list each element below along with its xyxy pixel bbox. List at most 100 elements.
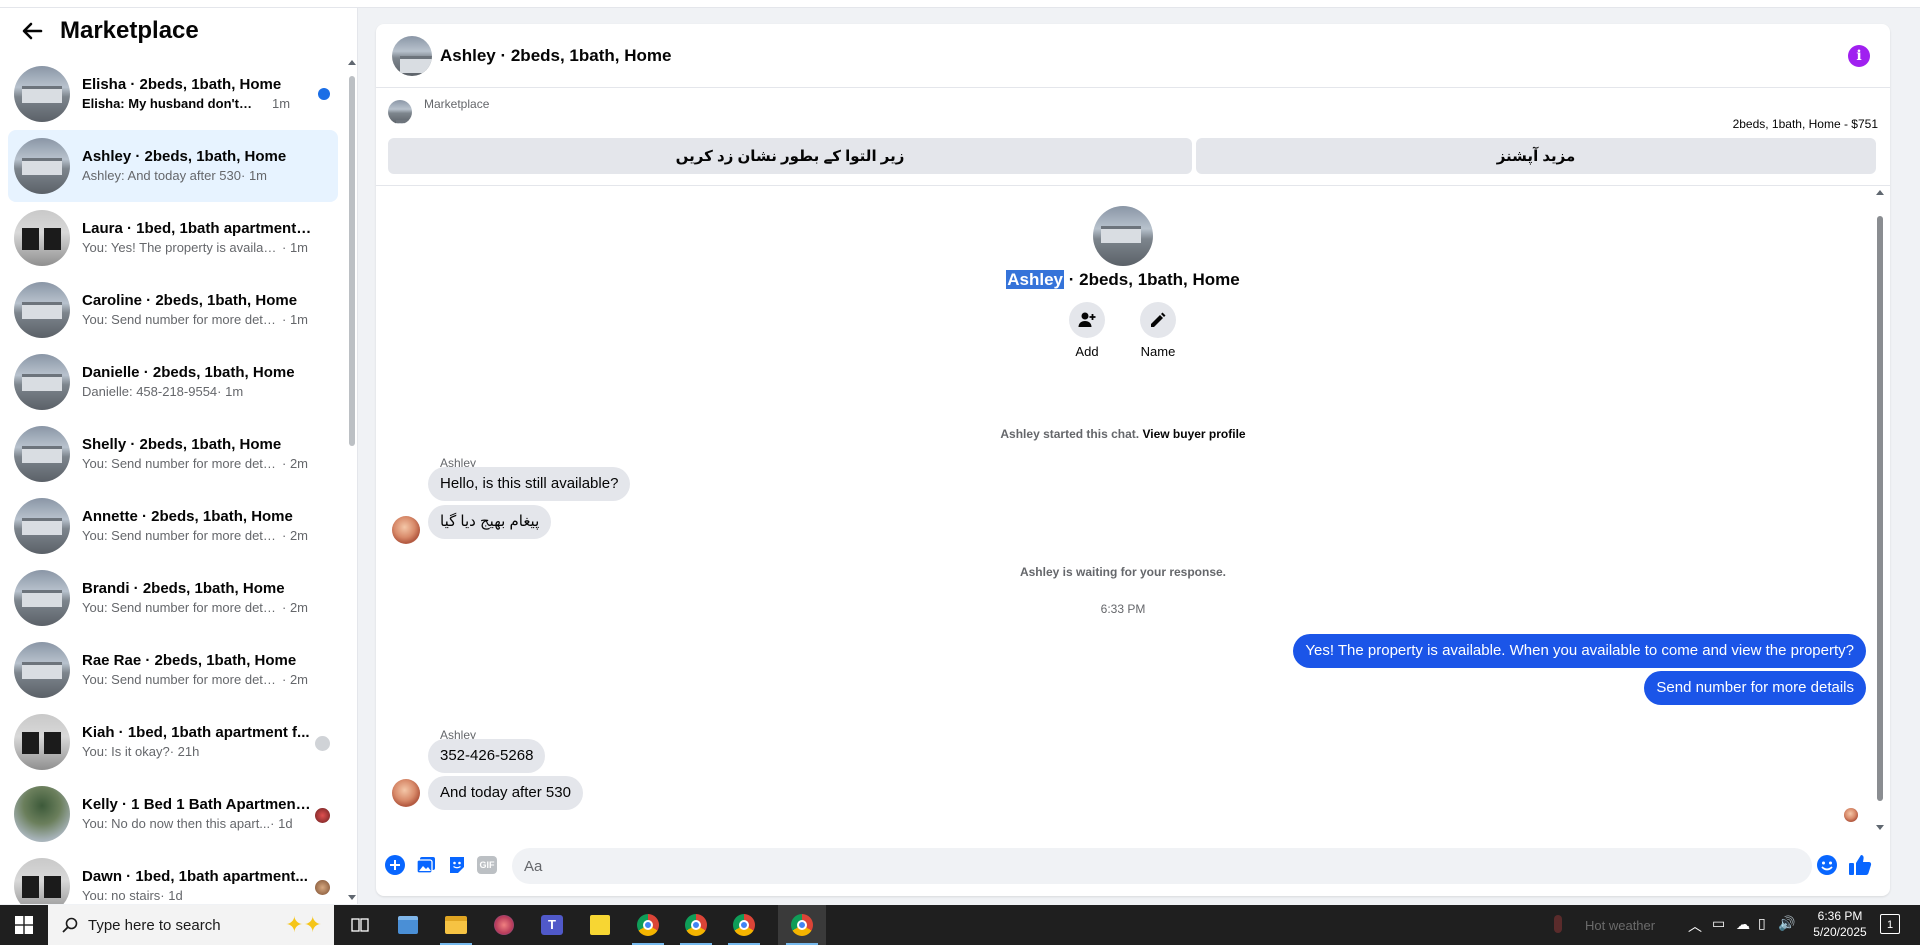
more-options-button[interactable]: مزید آپشنز xyxy=(1196,138,1876,174)
conversation-preview: You: Is it okay? xyxy=(82,744,170,759)
battery-icon[interactable]: ▯ xyxy=(1758,915,1766,932)
conversation-sidebar: Marketplace Elisha · 2beds, 1bath, Home E… xyxy=(0,8,358,904)
windows-start-icon[interactable] xyxy=(0,905,48,945)
chat-avatar[interactable] xyxy=(392,35,432,76)
chat-title[interactable]: Ashley · 2beds, 1bath, Home xyxy=(440,46,671,66)
sticker-icon[interactable] xyxy=(446,854,468,876)
chrome-icon[interactable] xyxy=(720,905,768,945)
info-icon[interactable]: i xyxy=(1848,45,1870,67)
notification-icon[interactable]: 1 xyxy=(1880,914,1900,934)
conversation-time: · 2m xyxy=(282,528,308,543)
scroll-up-icon[interactable] xyxy=(1876,190,1884,195)
conversation-preview: You: Send number for more details xyxy=(82,600,282,615)
scroll-up-icon[interactable] xyxy=(348,60,356,65)
user-placeholder-icon xyxy=(315,736,330,751)
intro-name: Ashley xyxy=(1006,270,1065,289)
conversation-item[interactable]: Dawn · 1bed, 1bath apartment... You: no s… xyxy=(8,850,338,904)
file-explorer-icon[interactable] xyxy=(432,905,480,945)
mark-pending-button[interactable]: زیر التوا کے بطور نشان زد کریں xyxy=(388,138,1192,174)
volume-icon[interactable]: 🔊 xyxy=(1778,915,1795,932)
conversation-time: · 1m xyxy=(282,312,308,327)
avatar xyxy=(14,714,70,770)
conversation-name: Caroline · 2beds, 1bath, Home xyxy=(82,292,298,309)
message-scrollbar[interactable] xyxy=(1876,190,1884,830)
conversation-item[interactable]: Kelly · 1 Bed 1 Bath Apartment... You: No… xyxy=(8,778,338,850)
weather-text[interactable]: Hot weather xyxy=(1585,918,1655,933)
snipping-tool-icon[interactable] xyxy=(480,905,528,945)
conversation-preview: You: No do now then this apart... xyxy=(82,816,271,831)
scrollbar-thumb[interactable] xyxy=(1877,216,1883,801)
mini-avatar xyxy=(315,808,330,823)
avatar xyxy=(14,282,70,338)
search-icon xyxy=(62,917,78,933)
intro-listing: · 2beds, 1bath, Home xyxy=(1064,270,1240,289)
photo-icon[interactable] xyxy=(415,854,437,876)
conversation-name: Rae Rae · 2beds, 1bath, Home xyxy=(82,652,297,669)
conversation-time: · 2m xyxy=(282,456,308,471)
gif-icon[interactable]: GIF xyxy=(477,856,497,874)
conversation-preview: You: Yes! The property is available. ... xyxy=(82,240,282,255)
pencil-icon[interactable] xyxy=(1140,302,1176,338)
conversation-item[interactable]: Elisha · 2beds, 1bath, Home Elisha: My hu… xyxy=(8,58,338,130)
conversation-time: · 1m xyxy=(241,168,267,183)
conversation-item[interactable]: Annette · 2beds, 1bath, Home You: Send nu… xyxy=(8,490,338,562)
incoming-message[interactable]: And today after 530 xyxy=(428,776,583,810)
teams-icon[interactable]: T xyxy=(528,905,576,945)
chrome-icon[interactable] xyxy=(778,905,826,945)
message-composer: GIF xyxy=(376,836,1890,896)
avatar xyxy=(14,426,70,482)
chrome-icon[interactable] xyxy=(624,905,672,945)
scroll-down-icon[interactable] xyxy=(1876,825,1884,830)
conversation-time: · 1m xyxy=(282,240,308,255)
conversation-time: · 2m xyxy=(282,672,308,687)
outgoing-message[interactable]: Yes! The property is available. When you… xyxy=(1293,634,1866,668)
thumbs-up-icon[interactable] xyxy=(1848,853,1872,877)
sender-avatar xyxy=(392,516,420,544)
conversation-item[interactable]: Shelly · 2beds, 1bath, Home You: Send num… xyxy=(8,418,338,490)
add-person-icon[interactable] xyxy=(1069,302,1105,338)
conversation-item[interactable]: Caroline · 2beds, 1bath, Home You: Send n… xyxy=(8,274,338,346)
view-buyer-profile-link[interactable]: View buyer profile xyxy=(1142,427,1245,441)
incoming-message[interactable]: 352-426-5268 xyxy=(428,739,546,773)
windows-taskbar: Type here to search ✦✦ T Hot weather ︿ ▭… xyxy=(0,905,1920,945)
back-arrow-icon[interactable] xyxy=(18,17,46,45)
avatar xyxy=(14,642,70,698)
thermometer-icon xyxy=(1554,915,1562,933)
conversation-item[interactable]: Kiah · 1bed, 1bath apartment f... You: Is… xyxy=(8,706,338,778)
onedrive-icon[interactable]: ☁ xyxy=(1736,916,1750,933)
conversation-name: Kelly · 1 Bed 1 Bath Apartment... xyxy=(82,796,312,813)
task-view-icon[interactable] xyxy=(336,905,384,945)
conversation-name: Brandi · 2beds, 1bath, Home xyxy=(82,580,285,597)
conversation-preview: Danielle: 458-218-9554 xyxy=(82,384,218,399)
conversation-item[interactable]: Danielle · 2beds, 1bath, Home Danielle: 4… xyxy=(8,346,338,418)
sticky-notes-icon[interactable] xyxy=(576,905,624,945)
seen-receipt-avatar xyxy=(1844,808,1858,822)
conversation-time: · 1d xyxy=(270,816,293,831)
clock-time: 6:36 PM xyxy=(1817,909,1863,923)
listing-thumbnail[interactable] xyxy=(388,100,412,124)
started-text: Ashley started this chat. xyxy=(1000,427,1140,441)
clock[interactable]: 6:36 PM 5/20/2025 xyxy=(1812,909,1868,939)
outgoing-message[interactable]: Send number for more details xyxy=(1644,671,1866,705)
conversation-item[interactable]: Rae Rae · 2beds, 1bath, Home You: Send nu… xyxy=(8,634,338,706)
emoji-icon[interactable] xyxy=(1816,854,1838,876)
scroll-down-icon[interactable] xyxy=(348,895,356,900)
chevron-up-icon[interactable]: ︿ xyxy=(1688,916,1702,936)
plus-circle-icon[interactable] xyxy=(384,854,406,876)
conversation-item[interactable]: Laura · 1bed, 1bath apartment fo... You: … xyxy=(8,202,338,274)
conversation-item[interactable]: Ashley · 2beds, 1bath, Home Ashley: And t… xyxy=(8,130,338,202)
name-action[interactable]: Name xyxy=(1128,302,1188,359)
add-action[interactable]: Add xyxy=(1057,302,1117,359)
message-timestamp: 6:33 PM xyxy=(1100,602,1146,616)
incoming-message[interactable]: Hello, is this still available? xyxy=(428,467,631,501)
conversation-item[interactable]: Brandi · 2beds, 1bath, Home You: Send num… xyxy=(8,562,338,634)
scrollbar-thumb[interactable] xyxy=(349,76,355,446)
network-icon[interactable]: ▭ xyxy=(1712,915,1725,932)
conversation-time: 1m xyxy=(272,96,291,111)
taskbar-search-box[interactable]: Type here to search ✦✦ xyxy=(48,905,334,945)
sidebar-scrollbar[interactable] xyxy=(348,60,356,900)
incoming-message[interactable]: پیغام بھیج دیا گیا xyxy=(428,505,552,539)
store-app-icon[interactable] xyxy=(384,905,432,945)
chrome-icon[interactable] xyxy=(672,905,720,945)
message-input[interactable] xyxy=(512,848,1812,884)
